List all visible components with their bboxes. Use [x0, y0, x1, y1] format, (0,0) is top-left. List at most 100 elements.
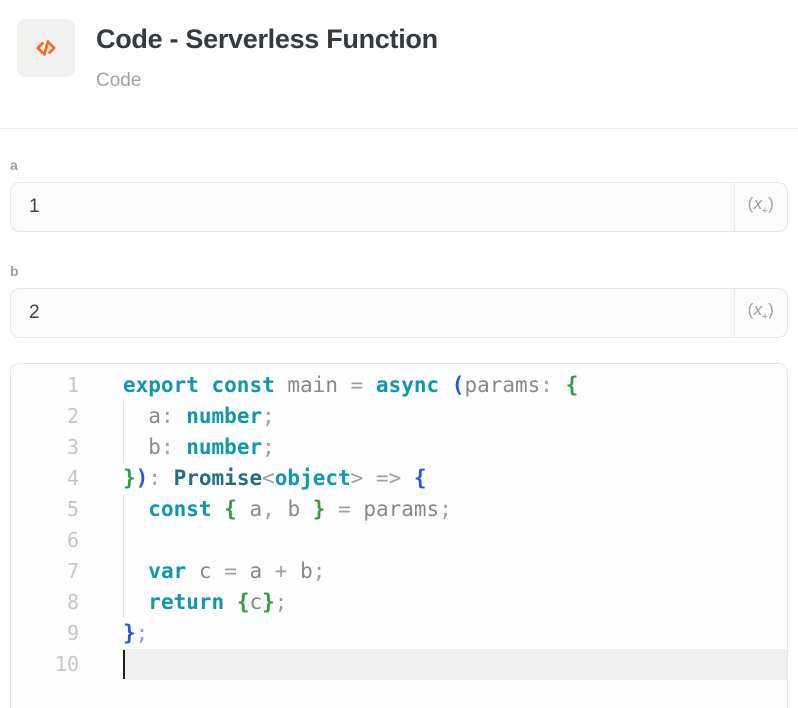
fields-section: a (x+) b (x+) [0, 129, 798, 338]
code-line: 1 export const main = async (params: { [11, 370, 787, 401]
code-token: < [262, 466, 275, 490]
code-line: 7 var c = a + b; [11, 556, 787, 587]
code-token: ; [262, 435, 275, 459]
code-token: : [148, 466, 173, 490]
line-number: 3 [11, 432, 79, 463]
indent-guide [123, 401, 124, 432]
code-token: ) [136, 466, 149, 490]
line-number: 9 [11, 618, 79, 649]
code-token: c [199, 559, 212, 583]
code-line: 2 a: number; [11, 401, 787, 432]
code-line-content[interactable]: b: number; [123, 432, 787, 463]
field-a-input-row: (x+) [10, 182, 788, 232]
indent-guide [123, 494, 124, 525]
indent-guide [123, 525, 124, 556]
code-token: export [123, 373, 199, 397]
line-number: 2 [11, 401, 79, 432]
connect-input-button[interactable]: (x+) [735, 289, 787, 337]
code-token: number [186, 404, 262, 428]
code-token: main [287, 373, 338, 397]
code-line-content[interactable]: return {c}; [123, 587, 787, 618]
code-token: { [237, 590, 250, 614]
line-number: 10 [11, 649, 79, 680]
line-number: 5 [11, 494, 79, 525]
code-token: : [161, 404, 186, 428]
code-token [123, 497, 148, 521]
line-number: 1 [11, 370, 79, 401]
indent-guide [123, 587, 124, 618]
code-token: Promise [174, 466, 263, 490]
indent-guide [123, 432, 124, 463]
indent-guide [123, 556, 124, 587]
code-token: b [148, 435, 161, 459]
field-b-label: b [10, 262, 788, 280]
code-lines: 1export const main = async (params: {2 a… [11, 370, 787, 680]
header: Code - Serverless Function Code [0, 0, 798, 129]
code-line: 8 return {c}; [11, 587, 787, 618]
code-token: number [186, 435, 262, 459]
line-number: 7 [11, 556, 79, 587]
text-cursor [123, 650, 125, 679]
code-token: { [414, 466, 427, 490]
code-token: ; [313, 559, 326, 583]
code-token: var [148, 559, 186, 583]
insert-variable-icon: (x+) [748, 301, 775, 326]
code-token: a [148, 404, 161, 428]
code-token [199, 373, 212, 397]
code-line-content[interactable]: }; [123, 618, 787, 649]
code-token [237, 497, 250, 521]
code-token: a [249, 497, 262, 521]
line-number: 8 [11, 587, 79, 618]
code-token [123, 559, 148, 583]
code-line: 6 [11, 525, 787, 556]
insert-variable-icon: (x+) [748, 195, 775, 220]
code-line: 4}): Promise<object> => { [11, 463, 787, 494]
code-token: ; [275, 590, 288, 614]
code-line-content[interactable]: const { a, b } = params; [123, 494, 787, 525]
page-subtitle: Code [96, 70, 438, 92]
code-token: = [325, 497, 363, 521]
line-number: 4 [11, 463, 79, 494]
code-token: = [338, 373, 376, 397]
page-title: Code - Serverless Function [96, 23, 438, 55]
code-editor[interactable]: 1export const main = async (params: {2 a… [10, 363, 788, 708]
code-line-content[interactable] [123, 649, 787, 680]
code-token: b [287, 497, 300, 521]
code-token: b [300, 559, 313, 583]
code-line-content[interactable]: export const main = async (params: { [123, 370, 787, 401]
code-token [212, 497, 225, 521]
field-a: a (x+) [10, 156, 788, 232]
code-token: : [540, 373, 565, 397]
code-token: { [566, 373, 579, 397]
code-token [275, 373, 288, 397]
code-token: params [464, 373, 540, 397]
field-a-input[interactable] [11, 183, 734, 231]
connect-input-button[interactable]: (x+) [735, 183, 787, 231]
code-token: } [123, 621, 136, 645]
code-token: a [249, 559, 262, 583]
field-a-label: a [10, 156, 788, 174]
code-token: const [148, 497, 211, 521]
code-token: , [262, 497, 287, 521]
field-b-input[interactable] [11, 289, 734, 337]
code-token: const [212, 373, 275, 397]
code-line-content[interactable]: }): Promise<object> => { [123, 463, 787, 494]
code-line-content[interactable] [123, 525, 787, 556]
code-token: ; [262, 404, 275, 428]
code-token [224, 590, 237, 614]
code-line-content[interactable]: var c = a + b; [123, 556, 787, 587]
code-token: > => [351, 466, 414, 490]
code-line: 9}; [11, 618, 787, 649]
code-token: object [275, 466, 351, 490]
code-token: ( [452, 373, 465, 397]
code-line: 3 b: number; [11, 432, 787, 463]
code-token: c [249, 590, 262, 614]
code-icon-glyph [32, 34, 60, 62]
code-line: 10 [11, 649, 787, 680]
code-token: ; [136, 621, 149, 645]
field-b: b (x+) [10, 262, 788, 338]
code-line-content[interactable]: a: number; [123, 401, 787, 432]
code-token [186, 559, 199, 583]
line-number: 6 [11, 525, 79, 556]
code-token: } [123, 466, 136, 490]
